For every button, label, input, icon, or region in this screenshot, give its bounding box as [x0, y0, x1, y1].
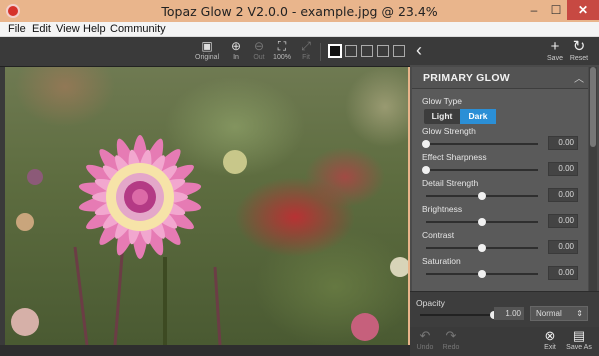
panel-scrollbar[interactable]: [589, 67, 597, 291]
maximize-button[interactable]: ☐: [545, 0, 567, 20]
original-button[interactable]: ▣ Original: [195, 39, 219, 62]
slider-track[interactable]: [426, 192, 538, 200]
blend-mode-value: Normal: [536, 309, 562, 318]
slider-track[interactable]: [422, 140, 538, 148]
reset-icon: ↻: [572, 38, 586, 55]
slider-thumb[interactable]: [478, 218, 486, 226]
zoom-in-button[interactable]: ⊕ In: [226, 39, 246, 62]
exit-button[interactable]: ⊗ Exit: [540, 328, 560, 351]
glow-type-light[interactable]: Light: [424, 109, 460, 124]
side-by-side-icon[interactable]: [361, 45, 373, 57]
undo-icon: ↶: [419, 328, 431, 343]
zoom-out-button[interactable]: ⊖ Out: [249, 39, 269, 62]
slider-value[interactable]: 0.00: [548, 136, 578, 150]
slider-track[interactable]: [426, 270, 538, 278]
glow-type-dark[interactable]: Dark: [460, 109, 496, 124]
scrollbar-thumb[interactable]: [590, 67, 596, 147]
single-view-icon[interactable]: [328, 44, 342, 58]
plus-icon: +: [550, 38, 560, 55]
title-bar: Topaz Glow 2 V2.0.0 - example.jpg @ 23.4…: [0, 0, 599, 22]
slider-label: Contrast: [422, 230, 455, 240]
section-header[interactable]: PRIMARY GLOW ︿: [412, 67, 588, 89]
fit-button[interactable]: ⤢ Fit: [296, 39, 316, 62]
toolbar-divider: [320, 43, 321, 61]
menu-view[interactable]: View: [56, 23, 80, 35]
slider-label: Glow Strength: [422, 126, 476, 136]
slider-value[interactable]: 0.00: [548, 162, 578, 176]
chevron-updown-icon: ⇕: [576, 309, 583, 318]
slider-thumb[interactable]: [422, 166, 430, 174]
back-arrow-icon[interactable]: ‹: [416, 40, 422, 61]
menu-bar: File Edit View Help Community: [0, 22, 599, 37]
slider-value[interactable]: 0.00: [548, 240, 578, 254]
view-toolbar: ▣ Original ⊕ In ⊖ Out ⛶ 100% ⤢ Fit: [0, 37, 410, 67]
chevron-up-icon[interactable]: ︿: [574, 70, 584, 85]
slider-thumb[interactable]: [478, 244, 486, 252]
slider-thumb[interactable]: [478, 192, 486, 200]
redo-icon: ↷: [445, 328, 457, 343]
slider-label: Saturation: [422, 256, 461, 266]
slider-track[interactable]: [426, 244, 538, 252]
action-bar: ↶ Undo ↷ Redo ⊗ Exit ▤ Save As: [410, 327, 599, 356]
dahlia-photo: [11, 135, 408, 345]
menu-edit[interactable]: Edit: [32, 23, 51, 35]
window-title: Topaz Glow 2 V2.0.0 - example.jpg @ 23.4…: [161, 4, 438, 19]
slider-thumb[interactable]: [422, 140, 430, 148]
glow-controls: Glow Type Light Dark Glow Strength 0.00 Ef…: [412, 89, 588, 291]
slider-track[interactable]: [422, 166, 538, 174]
slider-label: Effect Sharpness: [422, 152, 487, 162]
canvas-footer: [0, 345, 410, 356]
redo-button[interactable]: ↷ Redo: [440, 328, 462, 351]
split-view-icon[interactable]: [345, 45, 357, 57]
image-canvas[interactable]: [5, 67, 408, 345]
slider-label: Detail Strength: [422, 178, 479, 188]
slider-track[interactable]: [426, 218, 538, 226]
opacity-slider-track[interactable]: [420, 311, 498, 319]
glow-type-label: Glow Type: [422, 96, 463, 106]
image-icon: ▣: [201, 39, 213, 53]
close-circle-icon: ⊗: [544, 328, 556, 343]
menu-file[interactable]: File: [8, 23, 26, 35]
zoom-100-button[interactable]: ⛶ 100%: [271, 39, 293, 62]
opacity-value[interactable]: 1.00: [494, 307, 524, 320]
save-as-button[interactable]: ▤ Save As: [564, 328, 594, 351]
slider-thumb[interactable]: [478, 270, 486, 278]
adjustment-panel: ‹ + Save ↻ Reset PRIMARY GLOW ︿ Glow Typ…: [410, 37, 599, 356]
section-title: PRIMARY GLOW: [423, 72, 511, 84]
zoom-out-icon: ⊖: [253, 39, 265, 53]
slider-value[interactable]: 0.00: [548, 266, 578, 280]
glow-type-toggle: Light Dark: [424, 109, 496, 124]
slider-value[interactable]: 0.00: [548, 214, 578, 228]
panel-header: ‹ + Save ↻ Reset: [410, 37, 599, 65]
quad-view-icon[interactable]: [393, 45, 405, 57]
actual-size-icon: ⛶: [277, 39, 287, 53]
fit-icon: ⤢: [301, 39, 311, 53]
menu-community[interactable]: Community: [110, 23, 166, 35]
save-button[interactable]: + Save: [545, 38, 565, 62]
blend-mode-select[interactable]: Normal ⇕: [530, 306, 588, 321]
slider-value[interactable]: 0.00: [548, 188, 578, 202]
close-button[interactable]: ✕: [567, 0, 599, 20]
zoom-in-icon: ⊕: [230, 39, 242, 53]
slider-label: Brightness: [422, 204, 463, 214]
floppy-disk-icon: ▤: [572, 328, 586, 343]
menu-help[interactable]: Help: [83, 23, 106, 35]
app-window: Topaz Glow 2 V2.0.0 - example.jpg @ 23.4…: [0, 0, 599, 356]
minimize-button[interactable]: –: [523, 0, 545, 20]
opacity-section: Opacity 1.00 Normal ⇕: [410, 291, 599, 327]
opacity-label: Opacity: [416, 298, 445, 308]
reset-button[interactable]: ↻ Reset: [568, 38, 590, 62]
stacked-view-icon[interactable]: [377, 45, 389, 57]
undo-button[interactable]: ↶ Undo: [414, 328, 436, 351]
